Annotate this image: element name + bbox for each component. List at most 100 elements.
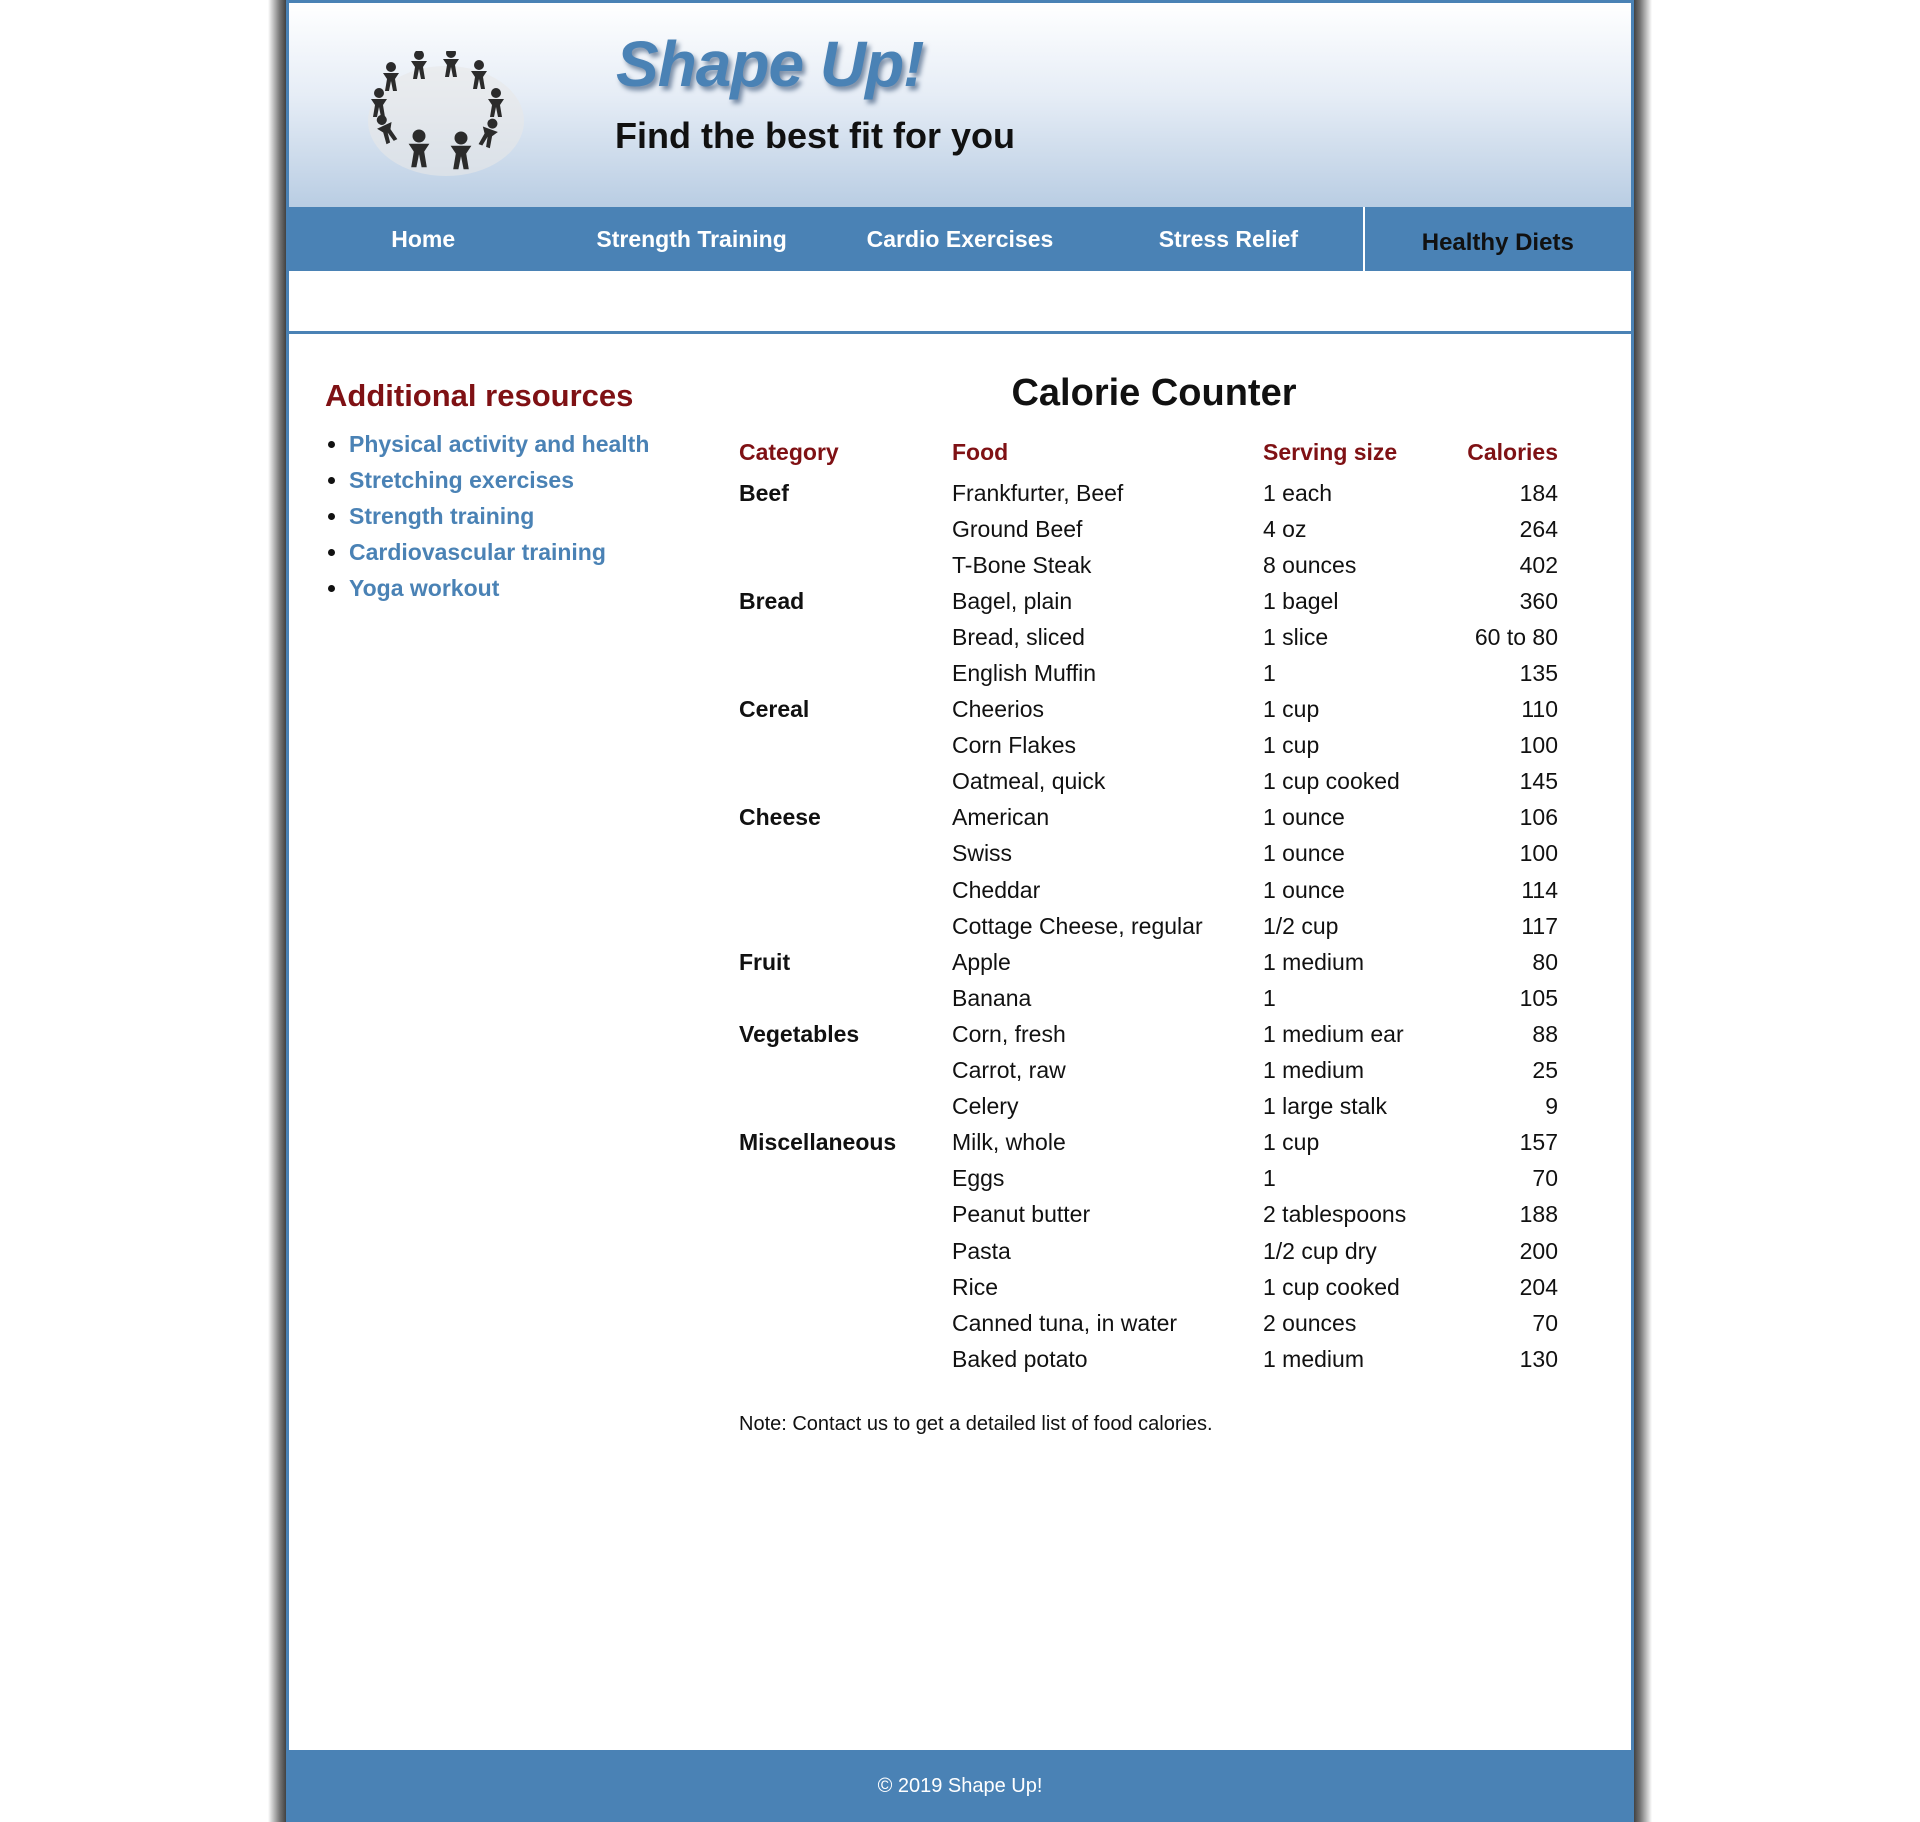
nav-item-stress-relief[interactable]: Stress Relief xyxy=(1094,207,1362,271)
cell-food: Canned tuna, in water xyxy=(952,1309,1178,1336)
link-yoga-workout[interactable]: Yoga workout xyxy=(349,575,499,601)
table-row: Peanut butter 2 tablespoons 188 xyxy=(739,1197,1558,1233)
cell-serving-size: 1 xyxy=(1263,1165,1276,1192)
cell-serving-size: 1 cup cooked xyxy=(1263,1273,1400,1300)
nav-item-cardio-exercises[interactable]: Cardio Exercises xyxy=(826,207,1094,271)
cell-serving-size: 1 ounce xyxy=(1263,804,1345,831)
cell-category: Beef xyxy=(739,479,789,506)
cell-calories: 264 xyxy=(1519,515,1558,542)
link-strength-training[interactable]: Strength training xyxy=(349,503,534,529)
cell-serving-size: 8 ounces xyxy=(1263,551,1357,578)
cell-category xyxy=(739,1197,952,1233)
cell-food: Cheerios xyxy=(952,696,1045,723)
cell-serving-size: 1/2 cup dry xyxy=(1263,1237,1377,1264)
table-row: Cottage Cheese, regular 1/2 cup 117 xyxy=(739,908,1558,944)
sidebar: Additional resources Physical activity a… xyxy=(325,378,725,606)
cell-category xyxy=(739,1053,952,1089)
nav-divider xyxy=(289,331,1631,334)
cell-calories: 70 xyxy=(1532,1309,1558,1336)
cell-food: Milk, whole xyxy=(952,1129,1066,1156)
cell-serving-size: 1 bagel xyxy=(1263,587,1339,614)
cell-category: Bread xyxy=(739,587,805,614)
nav-item-healthy-diets[interactable]: Healthy Diets xyxy=(1362,207,1631,271)
cell-food: Oatmeal, quick xyxy=(952,768,1106,795)
cell-serving-size: 2 ounces xyxy=(1263,1309,1357,1336)
list-item: Physical activity and health xyxy=(349,426,725,462)
table-header-row: Category Food Serving size Calories xyxy=(739,429,1558,475)
cell-category xyxy=(739,1161,952,1197)
cell-food: Pasta xyxy=(952,1237,1011,1264)
cell-serving-size: 1 medium xyxy=(1263,1057,1364,1084)
cell-category: Cereal xyxy=(739,696,810,723)
cell-calories: 145 xyxy=(1519,768,1558,795)
page-container: Shape Up! Find the best fit for you Home… xyxy=(286,0,1634,1822)
cell-serving-size: 1 ounce xyxy=(1263,876,1345,903)
cell-food: Cottage Cheese, regular xyxy=(952,912,1203,939)
header-food: Food xyxy=(952,438,1009,465)
table-row: Carrot, raw 1 medium 25 xyxy=(739,1053,1558,1089)
list-item: Yoga workout xyxy=(349,570,725,606)
cell-category xyxy=(739,1089,952,1125)
table-row: Beef Frankfurter, Beef 1 each 184 xyxy=(739,475,1558,511)
header-calories: Calories xyxy=(1467,438,1558,465)
table-note: Note: Contact us to get a detailed list … xyxy=(739,1413,1213,1436)
cell-serving-size: 1 large stalk xyxy=(1263,1093,1388,1120)
cell-category xyxy=(739,836,952,872)
table-row: Celery 1 large stalk 9 xyxy=(739,1089,1558,1125)
main-content: Calorie Counter Category Food Serving si… xyxy=(739,372,1569,1436)
table-row: Baked potato 1 medium 130 xyxy=(739,1341,1558,1377)
people-circle-logo xyxy=(368,51,524,176)
cell-calories: 200 xyxy=(1519,1237,1558,1264)
sidebar-title: Additional resources xyxy=(325,378,634,413)
cell-category xyxy=(739,872,952,908)
table-row: Pasta 1/2 cup dry 200 xyxy=(739,1233,1558,1269)
cell-food: Bread, sliced xyxy=(952,623,1085,650)
cell-serving-size: 1 xyxy=(1263,984,1276,1011)
cell-calories: 70 xyxy=(1532,1165,1558,1192)
table-row: Ground Beef 4 oz 264 xyxy=(739,511,1558,547)
cell-serving-size: 1 medium xyxy=(1263,948,1364,975)
cell-category xyxy=(739,728,952,764)
table-row: Canned tuna, in water 2 ounces 70 xyxy=(739,1305,1558,1341)
site-footer: © 2019 Shape Up! xyxy=(289,1750,1631,1822)
cell-calories: 110 xyxy=(1521,696,1558,723)
table-row: Bread, sliced 1 slice 60 to 80 xyxy=(739,619,1558,655)
cell-category: Cheese xyxy=(739,804,821,831)
table-row: T-Bone Steak 8 ounces 402 xyxy=(739,547,1558,583)
cell-serving-size: 4 oz xyxy=(1263,515,1307,542)
cell-calories: 88 xyxy=(1532,1020,1558,1047)
list-item: Strength training xyxy=(349,498,725,534)
cell-serving-size: 1 cup xyxy=(1263,1129,1320,1156)
cell-calories: 117 xyxy=(1521,912,1558,939)
table-row: Oatmeal, quick 1 cup cooked 145 xyxy=(739,764,1558,800)
cell-calories: 100 xyxy=(1519,732,1558,759)
main-nav: Home Strength Training Cardio Exercises … xyxy=(289,207,1631,271)
cell-food: Bagel, plain xyxy=(952,587,1073,614)
page-title: Calorie Counter xyxy=(1011,372,1297,414)
table-row: Banana 1 105 xyxy=(739,980,1558,1016)
link-cardiovascular-training[interactable]: Cardiovascular training xyxy=(349,539,606,565)
cell-food: American xyxy=(952,804,1050,831)
table-row: English Muffin 1 135 xyxy=(739,655,1558,691)
table-body: Beef Frankfurter, Beef 1 each 184 Ground Bee… xyxy=(739,475,1558,1377)
table-row: Eggs 1 70 xyxy=(739,1161,1558,1197)
cell-serving-size: 1 ounce xyxy=(1263,840,1345,867)
table-row: Cereal Cheerios 1 cup 110 xyxy=(739,692,1558,728)
cell-food: T-Bone Steak xyxy=(952,551,1092,578)
resource-list: Physical activity and health Stretching … xyxy=(325,426,725,606)
cell-category xyxy=(739,1233,952,1269)
cell-calories: 204 xyxy=(1519,1273,1558,1300)
table-row: Rice 1 cup cooked 204 xyxy=(739,1269,1558,1305)
cell-food: Celery xyxy=(952,1093,1019,1120)
cell-category xyxy=(739,1341,952,1377)
link-physical-activity[interactable]: Physical activity and health xyxy=(349,431,649,457)
cell-calories: 157 xyxy=(1519,1129,1558,1156)
cell-calories: 184 xyxy=(1519,479,1558,506)
cell-calories: 188 xyxy=(1519,1201,1558,1228)
table-row: Corn Flakes 1 cup 100 xyxy=(739,728,1558,764)
link-stretching-exercises[interactable]: Stretching exercises xyxy=(349,467,574,493)
nav-item-strength-training[interactable]: Strength Training xyxy=(557,207,825,271)
cell-serving-size: 1 cup cooked xyxy=(1263,768,1400,795)
nav-item-home[interactable]: Home xyxy=(289,207,557,271)
cell-category: Fruit xyxy=(739,948,791,975)
